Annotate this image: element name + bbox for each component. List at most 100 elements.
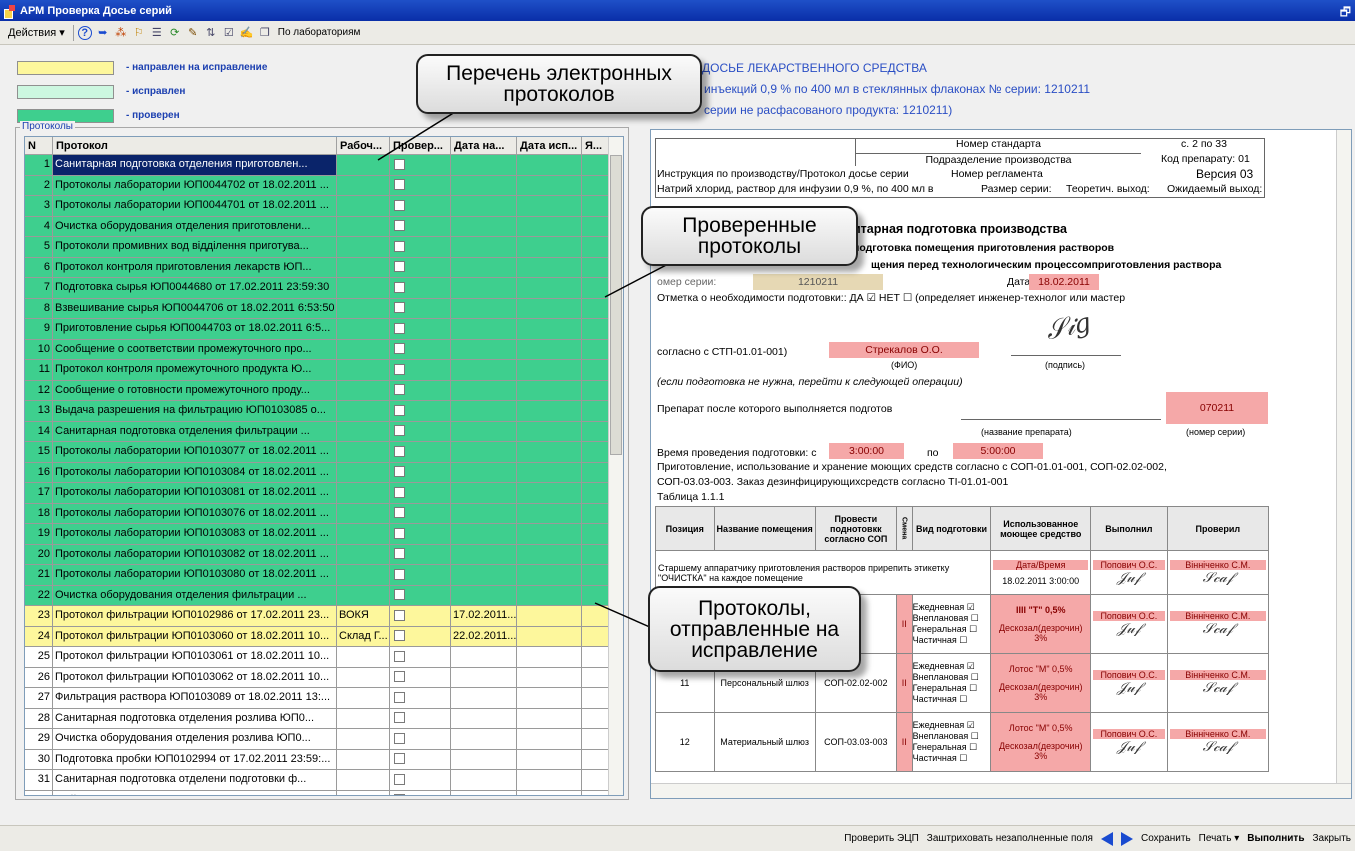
table-row[interactable]: 9 Приготовление сырья ЮП0044703 от 18.02.… [25,319,623,340]
table-row[interactable]: 4 Очистка оборудования отделения приготов… [25,216,623,237]
checked-checkbox[interactable] [394,671,405,683]
sign-icon[interactable]: ✍ [240,26,254,40]
col-n[interactable]: N [25,137,53,154]
hatch-fields-button[interactable]: Заштриховать незаполненные поля [927,833,1093,844]
table-row[interactable]: 12 Сообщение о готовности промежуточного … [25,380,623,401]
table-row[interactable]: 18 Протоколы лаборатории ЮП0103076 от 18.… [25,503,623,524]
table-row[interactable]: 5 Протоколи промивних вод відділення приг… [25,237,623,258]
checked-checkbox[interactable] [394,384,405,396]
table-row[interactable]: 30 Подготовка пробки ЮП0102994 от 17.02.2… [25,749,623,770]
table-row[interactable]: 3 Протоколы лаборатории ЮП0044701 от 18.0… [25,196,623,217]
execute-button[interactable]: Выполнить [1247,833,1304,844]
table-row[interactable]: 8 Взвешивание сырья ЮП0044706 от 18.02.20… [25,298,623,319]
help-icon[interactable]: ? [77,25,92,40]
table-row[interactable]: 29 Очистка оборудования отделения розлива… [25,729,623,750]
tree-icon[interactable]: ⁂ [114,26,128,40]
checked-checkbox[interactable] [394,404,405,416]
checked-checkbox[interactable] [394,281,405,293]
checked-checkbox[interactable] [394,343,405,355]
checked-checkbox[interactable] [394,548,405,560]
table-row[interactable]: 32Мойка флаконов ЮП0102991 от 17.02.2011… [25,790,623,795]
checked-checkbox[interactable] [394,240,405,252]
col-date-sent[interactable]: Дата на... [451,137,517,154]
checked-checkbox[interactable] [394,712,405,724]
checked-checkbox[interactable] [394,609,405,621]
table-row[interactable]: 24 Протокол фильтрации ЮП0103060 от 18.02… [25,626,623,647]
checklist-icon[interactable]: ☑ [222,26,236,40]
checked-checkbox[interactable] [394,179,405,191]
table-row[interactable]: 21 Протоколы лаборатории ЮП0103080 от 18.… [25,565,623,586]
scroll-thumb[interactable] [610,155,622,455]
table-row[interactable]: 27 Фильтрация раствора ЮП0103089 от 18.02… [25,688,623,709]
table-row[interactable]: 16 Протоколы лаборатории ЮП0103084 от 18.… [25,462,623,483]
checked-checkbox[interactable] [394,691,405,703]
checked-checkbox[interactable] [394,466,405,478]
col-check[interactable]: Провер... [390,137,451,154]
table-scrollbar[interactable] [608,137,623,795]
next-arrow-icon[interactable] [1120,831,1133,846]
print-button[interactable]: Печать ▾ [1199,833,1240,844]
arrow-icon[interactable]: ➥ [96,26,110,40]
save-button[interactable]: Сохранить [1141,833,1191,844]
check-signature-button[interactable]: Проверить ЭЦП [844,833,919,844]
table-row[interactable]: 10 Сообщение о соответствии промежуточног… [25,339,623,360]
table-row[interactable]: 1 Санитарная подготовка отделения пригото… [25,155,623,176]
table-row[interactable]: 31 Санитарная подготовка отделени подгото… [25,770,623,791]
by-lab-button[interactable]: По лабораториям [278,27,361,38]
close-button[interactable]: Закрыть [1312,833,1351,844]
checked-checkbox[interactable] [394,220,405,232]
prev-arrow-icon[interactable] [1100,831,1113,846]
checked-checkbox[interactable] [394,507,405,519]
edit-icon[interactable]: ✎ [186,26,200,40]
checked-checkbox[interactable] [394,589,405,601]
checked-checkbox[interactable] [394,794,405,795]
table-row[interactable]: 26 Протокол фильтрации ЮП0103062 от 18.02… [25,667,623,688]
checked-checkbox[interactable] [394,322,405,334]
time-to[interactable]: 5:00:00 [953,443,1043,459]
checked-checkbox[interactable] [394,158,405,170]
table-row[interactable]: 2 Протоколы лаборатории ЮП0044702 от 18.0… [25,175,623,196]
checked-checkbox[interactable] [394,753,405,765]
list-icon[interactable]: ☰ [150,26,164,40]
checked-checkbox[interactable] [394,302,405,314]
checked-checkbox[interactable] [394,199,405,211]
actions-menu[interactable]: Действия ▾ [4,26,69,39]
checked-checkbox[interactable] [394,732,405,744]
table-row[interactable]: 13 Выдача разрешения на фильтрацию ЮП0103… [25,401,623,422]
table-row[interactable]: 28 Санитарная подготовка отделения розлив… [25,708,623,729]
table-row[interactable]: 23 Протокол фильтрации ЮП0102986 от 17.02… [25,606,623,627]
window-icon[interactable]: ❐ [258,26,272,40]
checked-checkbox[interactable] [394,363,405,375]
table-row[interactable]: 22 Очистка оборудования отделения фильтра… [25,585,623,606]
checked-checkbox[interactable] [394,630,405,642]
date-value[interactable]: 18.02.2011 [1029,274,1099,290]
table-row[interactable]: 6 Протокол контроля приготовления лекарст… [25,257,623,278]
checked-checkbox[interactable] [394,568,405,580]
table-row[interactable]: 20 Протоколы лаборатории ЮП0103082 от 18.… [25,544,623,565]
col-protocol[interactable]: Протокол [53,137,337,154]
checked-checkbox[interactable] [394,425,405,437]
document-vscrollbar[interactable] [1336,130,1351,785]
col-work[interactable]: Рабоч... [337,137,390,154]
col-date-fixed[interactable]: Дата исп... [517,137,582,154]
checked-checkbox[interactable] [394,486,405,498]
prev-batch-value[interactable]: 070211 [1166,392,1268,424]
checked-checkbox[interactable] [394,527,405,539]
table-row[interactable]: 19 Протоколы лаборатории ЮП0103083 от 18.… [25,524,623,545]
checked-checkbox[interactable] [394,445,405,457]
checked-checkbox[interactable] [394,261,405,273]
table-row[interactable]: 15 Протоколы лаборатории ЮП0103077 от 18.… [25,442,623,463]
sort-icon[interactable]: ⇅ [204,26,218,40]
table-row[interactable]: 14 Санитарная подготовка отделения фильтр… [25,421,623,442]
responsible-person[interactable]: Стрекалов О.О. [829,342,979,358]
table-row[interactable]: 7 Подготовка сырья ЮП0044680 от 17.02.201… [25,278,623,299]
filter-icon[interactable]: ⚐ [132,26,146,40]
table-row[interactable]: 11 Протокол контроля промежуточного проду… [25,360,623,381]
document-hscrollbar[interactable] [651,783,1351,798]
refresh-icon[interactable]: ⟳ [168,26,182,40]
checked-checkbox[interactable] [394,773,405,785]
checked-checkbox[interactable] [394,650,405,662]
table-row[interactable]: 25 Протокол фильтрации ЮП0103061 от 18.02… [25,647,623,668]
time-from[interactable]: 3:00:00 [829,443,904,459]
table-row[interactable]: 17 Протоколы лаборатории ЮП0103081 от 18.… [25,483,623,504]
